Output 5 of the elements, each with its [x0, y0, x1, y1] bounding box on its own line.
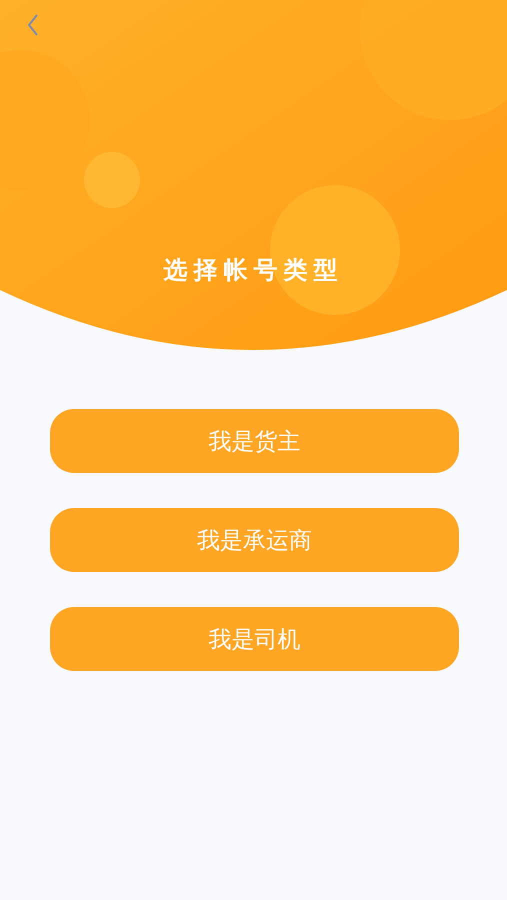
back-icon[interactable] [26, 13, 40, 37]
account-type-button[interactable]: 我是货主 [50, 409, 459, 473]
page-title: 选择帐号类型 [162, 255, 344, 286]
account-type-button[interactable]: 我是司机 [50, 607, 459, 671]
account-type-button[interactable]: 我是承运商 [50, 508, 459, 572]
